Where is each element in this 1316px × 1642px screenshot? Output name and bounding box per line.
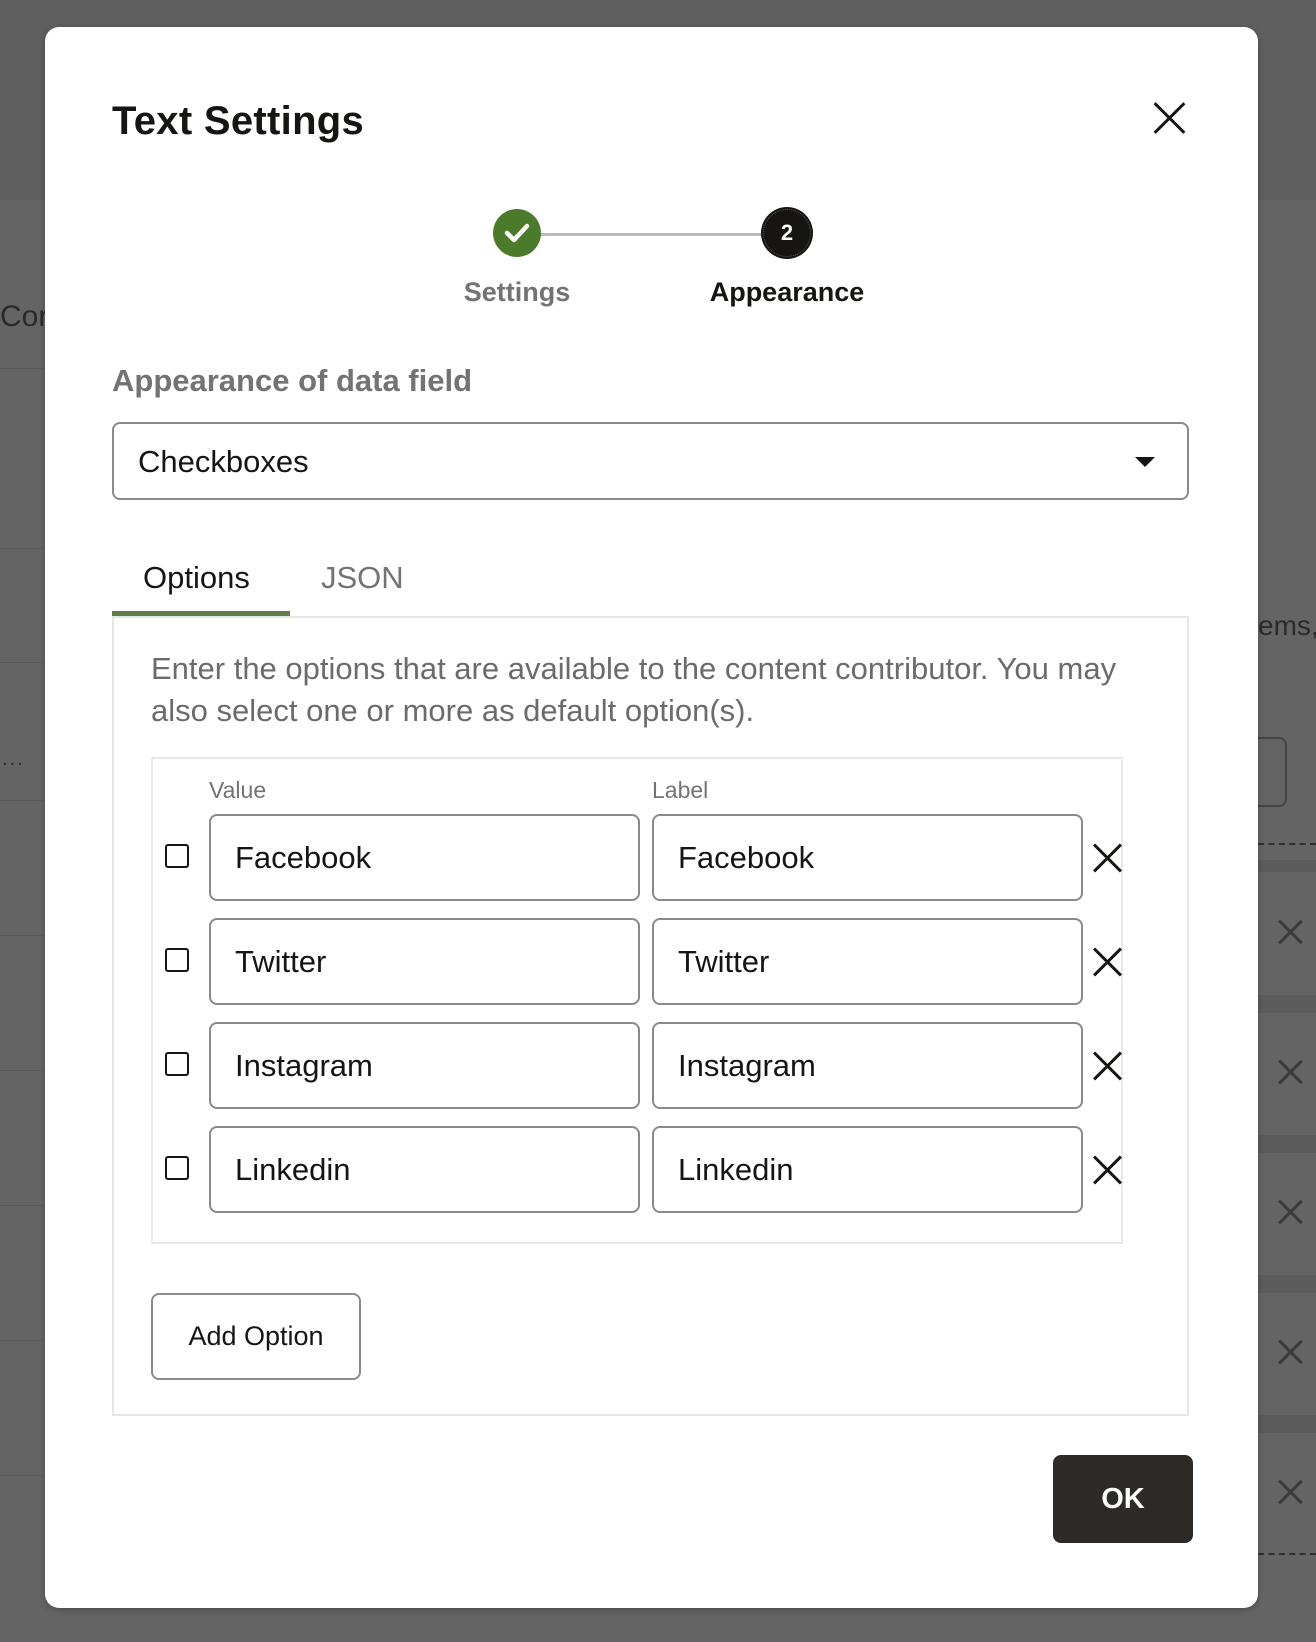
- background-right-text: ems,: [1258, 610, 1316, 641]
- default-option-checkbox[interactable]: [165, 844, 189, 868]
- background-row-divider: [0, 1340, 45, 1341]
- text-settings-dialog: Text Settings 2 Settings Appearance Appe…: [45, 27, 1258, 1608]
- step-number: 2: [780, 220, 794, 245]
- background-row-divider: [0, 1070, 45, 1071]
- default-option-checkbox[interactable]: [165, 948, 189, 972]
- option-value-input[interactable]: Linkedin: [209, 1126, 640, 1213]
- option-value-input[interactable]: Facebook: [209, 814, 640, 901]
- options-table: Value Label Facebook Facebook Twitter Tw…: [151, 757, 1123, 1244]
- background-close-icon: [1277, 1199, 1303, 1225]
- option-label-input[interactable]: Linkedin: [652, 1126, 1083, 1213]
- step-settings-label[interactable]: Settings: [387, 277, 647, 308]
- step-settings-indicator[interactable]: [493, 209, 541, 257]
- background-row-band: [1258, 1135, 1316, 1153]
- background-close-icon: [1277, 1479, 1303, 1505]
- tab-json[interactable]: JSON: [321, 560, 404, 596]
- background-row-divider: [0, 368, 45, 369]
- background-row-divider: [0, 662, 45, 663]
- appearance-select-value: Checkboxes: [138, 444, 309, 479]
- remove-option-icon[interactable]: [1092, 843, 1122, 873]
- option-value-input[interactable]: Instagram: [209, 1022, 640, 1109]
- chevron-down-icon: [1135, 457, 1155, 467]
- background-row-divider: [0, 548, 45, 549]
- option-label-input[interactable]: Instagram: [652, 1022, 1083, 1109]
- background-ellipsis: ...: [2, 748, 25, 770]
- background-row-band: [1258, 1275, 1316, 1293]
- background-close-icon: [1277, 919, 1303, 945]
- background-dashed-divider: [1258, 1553, 1316, 1555]
- tab-options[interactable]: Options: [143, 560, 250, 596]
- checkmark-icon: [504, 223, 530, 243]
- background-close-icon: [1277, 1339, 1303, 1365]
- appearance-select[interactable]: Checkboxes: [112, 422, 1189, 500]
- remove-option-icon[interactable]: [1092, 947, 1122, 977]
- ok-button[interactable]: OK: [1053, 1455, 1193, 1543]
- option-row: Linkedin Linkedin: [153, 1126, 1121, 1214]
- background-row-divider: [0, 800, 45, 801]
- background-row-band: [1258, 860, 1316, 872]
- remove-option-icon[interactable]: [1092, 1155, 1122, 1185]
- option-label-input[interactable]: Facebook: [652, 814, 1083, 901]
- remove-option-icon[interactable]: [1092, 1051, 1122, 1081]
- dialog-title: Text Settings: [112, 99, 365, 143]
- column-header-value: Value: [209, 777, 267, 803]
- step-appearance-label[interactable]: Appearance: [657, 277, 917, 308]
- option-label-input[interactable]: Twitter: [652, 918, 1083, 1005]
- default-option-checkbox[interactable]: [165, 1052, 189, 1076]
- option-row: Facebook Facebook: [153, 814, 1121, 902]
- background-row-divider: [0, 935, 45, 936]
- step-appearance-indicator[interactable]: 2: [763, 209, 811, 257]
- background-row-divider: [0, 1205, 45, 1206]
- background-dashed-divider: [1258, 843, 1316, 845]
- background-row-band: [1258, 995, 1316, 1013]
- background-row-band: [1258, 1415, 1316, 1433]
- add-option-button[interactable]: Add Option: [151, 1293, 361, 1380]
- background-row-divider: [0, 1475, 45, 1476]
- stepper-connector: [541, 233, 791, 236]
- background-heading-text: Cor: [0, 300, 49, 333]
- column-header-label: Label: [652, 777, 709, 803]
- default-option-checkbox[interactable]: [165, 1156, 189, 1180]
- option-row: Twitter Twitter: [153, 918, 1121, 1006]
- option-value-input[interactable]: Twitter: [209, 918, 640, 1005]
- close-icon[interactable]: [1152, 101, 1186, 135]
- appearance-field-label: Appearance of data field: [112, 363, 473, 398]
- background-close-icon: [1277, 1059, 1303, 1085]
- options-panel: Enter the options that are available to …: [112, 616, 1189, 1416]
- option-row: Instagram Instagram: [153, 1022, 1121, 1110]
- options-help-text: Enter the options that are available to …: [151, 651, 1117, 728]
